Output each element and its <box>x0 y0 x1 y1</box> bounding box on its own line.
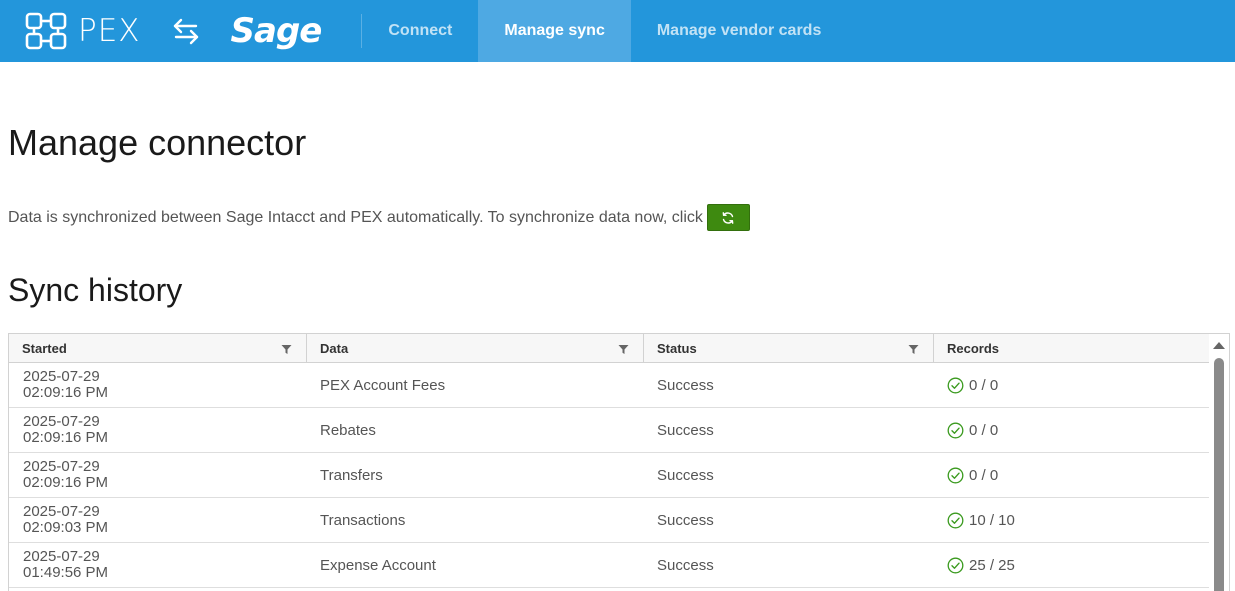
sync-instructions: Data is synchronized between Sage Intacc… <box>8 204 750 231</box>
check-circle-icon <box>947 467 964 483</box>
column-header-started[interactable]: Started <box>9 334 306 363</box>
column-header-records[interactable]: Records <box>933 334 1211 363</box>
cell-records: 0 / 0 <box>933 453 1211 497</box>
cell-records: 25 / 25 <box>933 543 1211 587</box>
table-row[interactable]: 2025-07-29 02:09:16 PM Rebates Success 0… <box>9 408 1211 453</box>
check-circle-icon <box>947 377 964 393</box>
grid-body: 2025-07-29 02:09:16 PM PEX Account Fees … <box>9 363 1211 588</box>
column-header-data[interactable]: Data <box>306 334 643 363</box>
records-count: 10 / 10 <box>969 511 1015 529</box>
started-time: 02:09:03 PM <box>23 519 109 536</box>
tab-manage-vendor-cards[interactable]: Manage vendor cards <box>631 0 848 62</box>
started-date: 2025-07-29 <box>23 458 100 475</box>
started-time: 02:09:16 PM <box>23 384 109 401</box>
started-date: 2025-07-29 <box>23 548 100 565</box>
started-time: 02:09:16 PM <box>23 429 109 446</box>
table-row[interactable]: 2025-07-29 02:09:16 PM Transfers Success… <box>9 453 1211 498</box>
cell-status: Success <box>657 556 714 574</box>
started-time: 02:09:16 PM <box>23 474 109 491</box>
check-circle-icon <box>947 512 964 528</box>
cell-started: 2025-07-29 02:09:03 PM <box>9 498 306 542</box>
tab-connect[interactable]: Connect <box>362 0 478 62</box>
filter-icon[interactable] <box>281 344 292 355</box>
started-date: 2025-07-29 <box>23 413 100 430</box>
started-date: 2025-07-29 <box>23 368 100 385</box>
cell-records: 10 / 10 <box>933 498 1211 542</box>
filter-icon[interactable] <box>908 344 919 355</box>
cell-started: 2025-07-29 02:09:16 PM <box>9 453 306 497</box>
column-header-status[interactable]: Status <box>643 334 933 363</box>
column-title: Status <box>657 341 697 356</box>
records-count: 0 / 0 <box>969 421 999 439</box>
started-date: 2025-07-29 <box>23 503 100 520</box>
check-circle-icon <box>947 557 964 573</box>
scrollbar-thumb[interactable] <box>1214 358 1224 591</box>
tab-manage-sync[interactable]: Manage sync <box>478 0 631 62</box>
cell-started: 2025-07-29 02:09:16 PM <box>9 363 306 407</box>
refresh-icon <box>723 211 734 224</box>
started-time: 01:49:56 PM <box>23 564 109 581</box>
top-bar: PEX Sage Connect Manage sync Manage vend… <box>0 0 1235 62</box>
cell-data: Rebates <box>320 421 376 439</box>
cell-started: 2025-07-29 02:09:16 PM <box>9 408 306 452</box>
cell-started: 2025-07-29 01:49:56 PM <box>9 543 306 587</box>
cell-status: Success <box>657 421 714 439</box>
sync-now-button[interactable] <box>706 204 750 231</box>
cell-status: Success <box>657 511 714 529</box>
pex-logo-icon <box>25 12 67 50</box>
column-title: Started <box>22 341 67 356</box>
brand: PEX Sage <box>0 0 323 62</box>
check-circle-icon <box>947 422 964 438</box>
sync-history-grid: Started Data Status Records 2025-07-29 0… <box>8 333 1230 591</box>
table-row[interactable]: 2025-07-29 01:49:56 PM Expense Account S… <box>9 543 1211 588</box>
cell-data: Transfers <box>320 466 383 484</box>
cell-records: 0 / 0 <box>933 363 1211 407</box>
column-title: Data <box>320 341 349 356</box>
table-row[interactable]: 2025-07-29 02:09:16 PM PEX Account Fees … <box>9 363 1211 408</box>
cell-status: Success <box>657 376 714 394</box>
cell-status: Success <box>657 466 714 484</box>
records-count: 0 / 0 <box>969 376 999 394</box>
table-row[interactable]: 2025-07-29 02:09:03 PM Transactions Succ… <box>9 498 1211 543</box>
scroll-up-arrow-icon[interactable] <box>1213 342 1225 349</box>
sync-history-title: Sync history <box>8 272 183 308</box>
page-title: Manage connector <box>8 122 307 163</box>
swap-arrows-icon <box>173 18 198 45</box>
filter-icon[interactable] <box>618 344 629 355</box>
cell-data: Expense Account <box>320 556 436 574</box>
records-count: 25 / 25 <box>969 556 1015 574</box>
grid-scrollbar[interactable] <box>1209 334 1229 591</box>
column-title: Records <box>947 341 1000 356</box>
grid-header: Started Data Status Records <box>9 334 1211 363</box>
sync-text: Data is synchronized between Sage Intacc… <box>8 208 703 226</box>
cell-data: Transactions <box>320 511 406 529</box>
main-nav: Connect Manage sync Manage vendor cards <box>362 0 847 62</box>
sage-wordmark: Sage <box>230 11 323 51</box>
pex-wordmark: PEX <box>78 13 141 49</box>
cell-data: PEX Account Fees <box>320 376 446 394</box>
cell-records: 0 / 0 <box>933 408 1211 452</box>
records-count: 0 / 0 <box>969 466 999 484</box>
